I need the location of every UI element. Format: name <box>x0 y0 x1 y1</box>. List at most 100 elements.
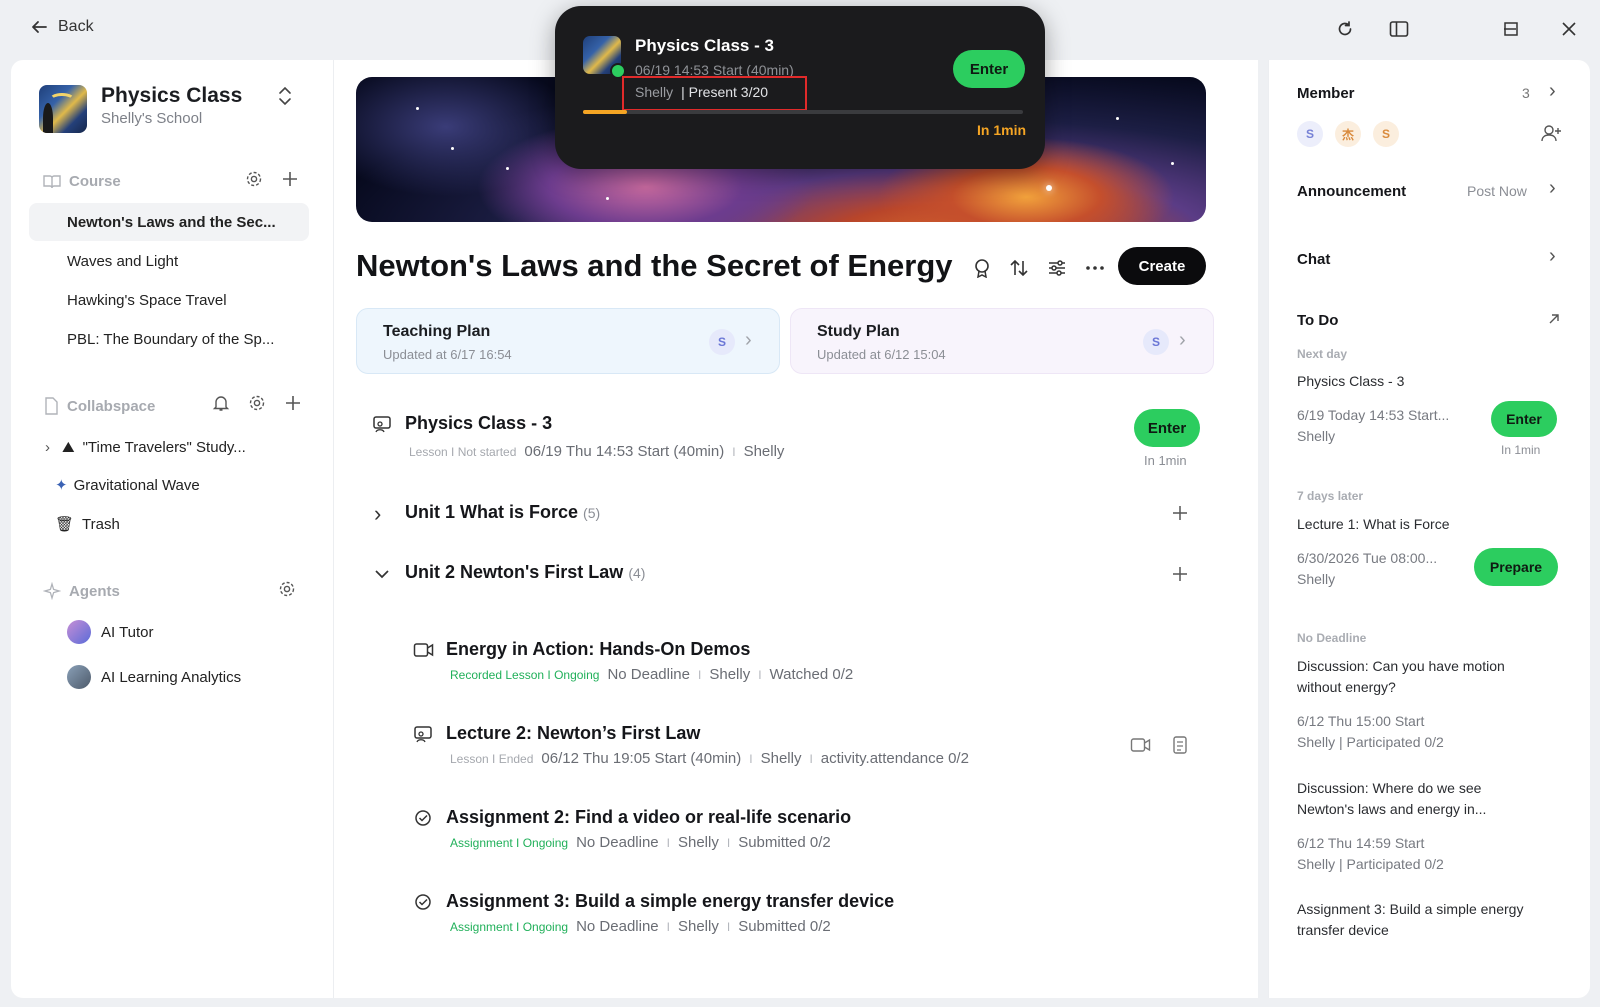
study-plan-updated: Updated at 6/12 15:04 <box>817 347 946 362</box>
class-title: Physics Class <box>101 84 243 107</box>
activity-tag: Recorded Lesson I Ongoing <box>450 667 600 682</box>
popup-progress-fill <box>583 110 627 114</box>
teaching-plan-avatar: S <box>709 329 735 355</box>
agent-item-ai-tutor[interactable]: AI Tutor <box>29 613 309 651</box>
todo-title-cont[interactable]: transfer device <box>1297 920 1389 941</box>
sparkle-icon <box>43 582 61 600</box>
todo-meta: Shelly | Participated 0/2 <box>1297 734 1444 750</box>
todo-title[interactable]: Assignment 3: Build a simple energy <box>1297 899 1523 920</box>
chat-header[interactable]: Chat <box>1297 251 1330 268</box>
chevron-down-icon[interactable] <box>374 568 390 580</box>
announcement-header: Announcement <box>1297 183 1407 200</box>
add-collab-icon[interactable] <box>284 394 302 417</box>
activity-stat: Submitted 0/2 <box>738 918 831 935</box>
todo-title[interactable]: Lecture 1: What is Force <box>1297 514 1450 535</box>
chevron-right-icon[interactable]: › <box>45 439 50 456</box>
collab-item-gravitational-wave[interactable]: ✦ Gravitational Wave <box>29 466 309 504</box>
member-count: 3 <box>1522 85 1530 101</box>
member-avatar[interactable]: S <box>1297 121 1323 147</box>
chevron-right-icon[interactable]: › <box>374 501 381 527</box>
agents-section-header: Agents <box>43 582 120 600</box>
add-member-icon[interactable] <box>1541 124 1563 142</box>
activity-title: Assignment 2: Find a video or real-life … <box>446 807 852 827</box>
course-item-hawking[interactable]: Hawking's Space Travel <box>29 281 309 319</box>
study-plan-avatar: S <box>1143 329 1169 355</box>
later-label: 7 days later <box>1297 489 1364 503</box>
activity-stat: activity.attendance 0/2 <box>820 750 969 767</box>
unit-1-count: (5) <box>583 505 601 521</box>
notes-icon[interactable] <box>1172 735 1188 755</box>
back-button[interactable]: Back <box>30 18 94 36</box>
todo-title-cont[interactable]: Newton's laws and energy in... <box>1297 799 1486 820</box>
lesson-icon <box>414 726 432 743</box>
add-unit-2-icon[interactable] <box>1172 566 1188 582</box>
collab-item-time-travelers[interactable]: › ⛰ "Time Travelers" Study... <box>29 428 309 466</box>
chevron-right-icon[interactable]: › <box>1549 177 1556 200</box>
todo-time: 6/12 Thu 15:00 Start <box>1297 713 1425 729</box>
refresh-icon[interactable] <box>1332 16 1358 42</box>
course-item-newton[interactable]: Newton's Laws and the Sec... <box>29 203 309 241</box>
back-label: Back <box>58 18 94 35</box>
add-unit-1-icon[interactable] <box>1172 505 1188 521</box>
course-settings-icon[interactable] <box>245 170 263 193</box>
agents-settings-icon[interactable] <box>278 580 296 603</box>
activity-tag: Lesson I Ended <box>450 751 534 766</box>
collab-item-trash[interactable]: 🗑 Trash <box>29 505 309 543</box>
live-enter-button[interactable]: Enter <box>1134 409 1200 447</box>
study-plan-card[interactable]: Study Plan Updated at 6/12 15:04 S › <box>790 308 1214 374</box>
lesson-icon <box>373 416 391 433</box>
collab-settings-icon[interactable] <box>248 394 266 417</box>
chevron-right-icon[interactable]: › <box>1549 80 1556 103</box>
badge-icon[interactable] <box>970 256 994 280</box>
popup-enter-button[interactable]: Enter <box>953 50 1025 88</box>
todo-title[interactable]: Discussion: Where do we see <box>1297 778 1481 799</box>
popup-progress-track <box>583 110 1023 114</box>
todo-meta: Shelly | Participated 0/2 <box>1297 856 1444 872</box>
maximize-icon[interactable] <box>1498 16 1524 42</box>
todo-title-cont[interactable]: without energy? <box>1297 677 1396 698</box>
todo-title[interactable]: Physics Class - 3 <box>1297 371 1404 392</box>
activity-title: Energy in Action: Hands-On Demos <box>446 639 751 659</box>
agent-item-ai-analytics[interactable]: AI Learning Analytics <box>29 658 309 696</box>
activity-deadline: No Deadline <box>607 666 690 683</box>
filter-sliders-icon[interactable] <box>1045 256 1069 280</box>
create-button[interactable]: Create <box>1118 247 1206 285</box>
teaching-plan-card[interactable]: Teaching Plan Updated at 6/17 16:54 S › <box>356 308 780 374</box>
activity-stat: Watched 0/2 <box>769 666 854 683</box>
todo-teacher: Shelly <box>1297 428 1336 444</box>
more-options-icon[interactable] <box>1083 256 1107 280</box>
notification-bell-icon[interactable] <box>212 394 230 417</box>
class-switch-icon[interactable] <box>277 86 293 111</box>
sidebar-toggle-icon[interactable] <box>1386 16 1412 42</box>
activity-teacher: Shelly <box>677 834 719 851</box>
expand-arrow-icon[interactable] <box>1547 312 1561 326</box>
member-avatar[interactable]: S <box>1373 121 1399 147</box>
lesson-start-popup[interactable]: Physics Class - 3 06/19 14:53 Start (40m… <box>555 6 1045 169</box>
activity-deadline: No Deadline <box>576 834 659 851</box>
course-item-waves[interactable]: Waves and Light <box>29 242 309 280</box>
member-avatar[interactable]: 杰 <box>1335 121 1361 147</box>
activity-teacher: Shelly <box>760 750 802 767</box>
add-course-icon[interactable] <box>281 170 299 193</box>
highlight-box <box>622 76 807 111</box>
recording-icon[interactable] <box>1130 737 1152 753</box>
main-content: Newton's Laws and the Secret of Energy C… <box>334 60 1258 998</box>
todo-countdown: In 1min <box>1501 443 1541 457</box>
activity-title: Assignment 3: Build a simple energy tran… <box>446 891 895 911</box>
todo-title[interactable]: Discussion: Can you have motion <box>1297 656 1505 677</box>
close-icon[interactable] <box>1556 16 1582 42</box>
book-icon <box>43 174 61 188</box>
todo-enter-button[interactable]: Enter <box>1491 401 1557 437</box>
sort-icon[interactable] <box>1007 256 1031 280</box>
post-now-link[interactable]: Post Now <box>1467 183 1527 199</box>
member-header: Member <box>1297 85 1355 102</box>
no-deadline-label: No Deadline <box>1297 631 1367 645</box>
course-item-pbl[interactable]: PBL: The Boundary of the Sp... <box>29 320 309 358</box>
todo-time: 6/30/2026 Tue 08:00... <box>1297 550 1438 566</box>
assignment-icon <box>415 894 431 910</box>
activity-title: Lecture 2: Newton’s First Law <box>446 723 701 743</box>
unit-1-title: Unit 1 What is Force <box>405 502 579 522</box>
chevron-right-icon[interactable]: › <box>1549 245 1556 268</box>
todo-time: 6/19 Today 14:53 Start... <box>1297 407 1450 423</box>
todo-prepare-button[interactable]: Prepare <box>1474 548 1558 586</box>
